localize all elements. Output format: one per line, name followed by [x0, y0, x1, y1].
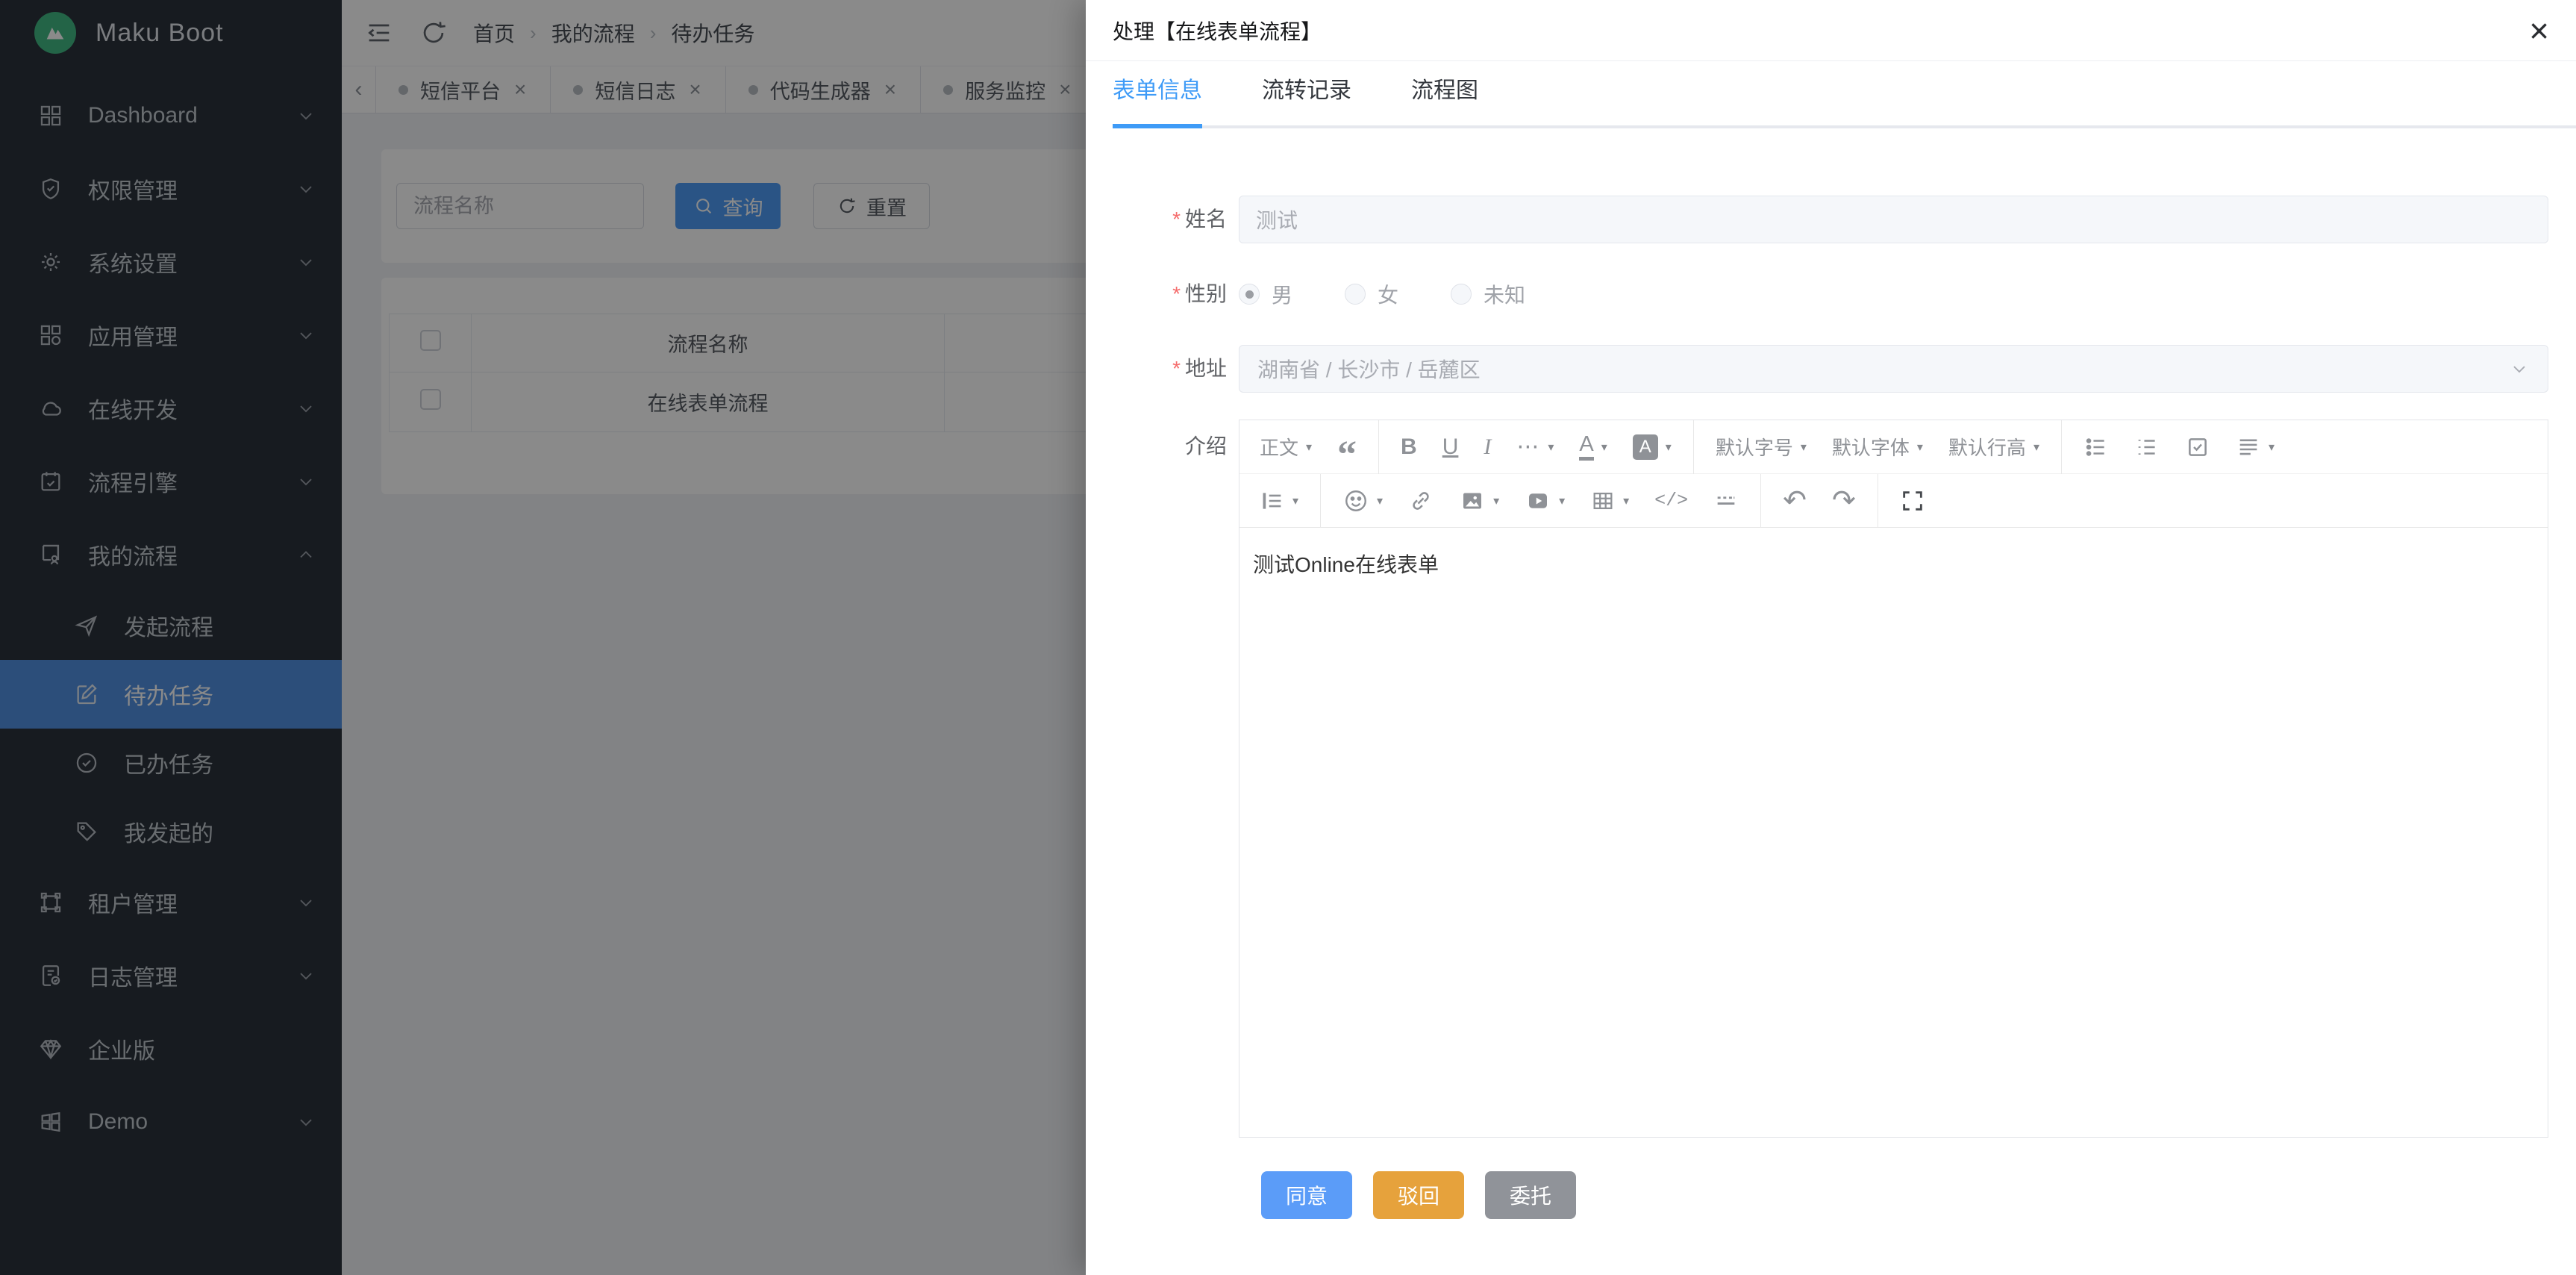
- caret-down-icon: ▾: [1601, 440, 1607, 455]
- required-asterisk: *: [1172, 208, 1181, 231]
- font-family-dropdown[interactable]: 默认字体▾: [1819, 420, 1936, 473]
- italic-icon[interactable]: I: [1471, 420, 1504, 473]
- background-color-dropdown[interactable]: A▾: [1620, 420, 1684, 473]
- process-form: *姓名 *性别 男 女 未知 *地址: [1086, 128, 2576, 1219]
- name-row: *姓名: [1086, 196, 2576, 243]
- reject-button[interactable]: 驳回: [1373, 1171, 1464, 1219]
- more-styles-dropdown[interactable]: ⋯▾: [1504, 420, 1566, 473]
- link-icon[interactable]: [1395, 474, 1446, 527]
- caret-down-icon: ▾: [2269, 440, 2275, 455]
- bold-icon[interactable]: B: [1388, 420, 1430, 473]
- required-asterisk: *: [1172, 282, 1181, 305]
- gender-radio-group: 男 女 未知: [1239, 270, 1525, 318]
- blockquote-icon[interactable]: “: [1325, 420, 1369, 473]
- radio-icon: [1345, 284, 1366, 305]
- todo-list-icon[interactable]: [2172, 420, 2223, 473]
- font-color-dropdown[interactable]: A▾: [1566, 420, 1619, 473]
- radio-female: 女: [1345, 279, 1398, 309]
- toolbar-divider: [2061, 420, 2062, 474]
- caret-down-icon: ▾: [1666, 440, 1672, 455]
- caret-down-icon: ▾: [1623, 493, 1629, 508]
- tab-form-info[interactable]: 表单信息: [1113, 72, 1202, 125]
- drawer-tabs: 表单信息 流转记录 流程图: [1113, 72, 2576, 128]
- name-label: 姓名: [1185, 208, 1227, 231]
- paragraph-style-dropdown[interactable]: 正文▾: [1247, 420, 1325, 473]
- address-row: *地址 湖南省 / 长沙市 / 岳麓区: [1086, 345, 2576, 393]
- intro-row: 介绍 正文▾ “ B U I ⋯▾ A▾ A▾ 默认字号▾ 默认字体▾ 默认行高…: [1086, 420, 2576, 1138]
- drawer-title: 处理【在线表单流程】: [1113, 16, 1322, 46]
- caret-down-icon: ▾: [2033, 440, 2039, 455]
- insert-image-dropdown[interactable]: ▾: [1446, 474, 1512, 527]
- address-select: 湖南省 / 长沙市 / 岳麓区: [1239, 345, 2548, 393]
- align-dropdown[interactable]: ▾: [2223, 420, 2287, 473]
- close-icon[interactable]: ×: [2529, 13, 2549, 48]
- name-input: [1239, 196, 2548, 243]
- caret-down-icon: ▾: [1493, 493, 1499, 508]
- indent-dropdown[interactable]: ▾: [1247, 474, 1311, 527]
- tab-flow-diagram[interactable]: 流程图: [1411, 72, 1478, 125]
- drawer-header: 处理【在线表单流程】 ×: [1086, 0, 2576, 61]
- undo-icon[interactable]: ↶: [1770, 474, 1819, 527]
- toolbar-divider: [1320, 474, 1321, 528]
- caret-down-icon: ▾: [1548, 440, 1554, 455]
- emoji-dropdown[interactable]: ▾: [1330, 474, 1395, 527]
- drawer-actions: 同意 驳回 委托: [1086, 1171, 2576, 1219]
- required-asterisk: *: [1172, 357, 1181, 380]
- rich-text-editor: 正文▾ “ B U I ⋯▾ A▾ A▾ 默认字号▾ 默认字体▾ 默认行高▾: [1239, 420, 2548, 1138]
- caret-down-icon: ▾: [1306, 440, 1312, 455]
- caret-down-icon: ▾: [1917, 440, 1923, 455]
- toolbar-divider: [1378, 420, 1379, 474]
- tab-flow-records[interactable]: 流转记录: [1262, 72, 1351, 125]
- editor-content[interactable]: 测试Online在线表单: [1239, 528, 2548, 1137]
- insert-video-dropdown[interactable]: ▾: [1512, 474, 1578, 527]
- delegate-button[interactable]: 委托: [1485, 1171, 1576, 1219]
- caret-down-icon: ▾: [1377, 493, 1383, 508]
- insert-table-dropdown[interactable]: ▾: [1578, 474, 1642, 527]
- gender-label: 性别: [1185, 282, 1227, 305]
- line-height-dropdown[interactable]: 默认行高▾: [1936, 420, 2052, 473]
- toolbar-divider: [1693, 420, 1694, 474]
- code-block-icon[interactable]: </>: [1642, 474, 1701, 527]
- approve-button[interactable]: 同意: [1261, 1171, 1352, 1219]
- editor-toolbar-row2: ▾ ▾ ▾ ▾ ▾ </> ↶ ↷: [1239, 474, 2548, 528]
- fullscreen-icon[interactable]: [1887, 474, 1938, 527]
- radio-unknown: 未知: [1451, 279, 1525, 309]
- caret-down-icon: ▾: [1292, 493, 1298, 508]
- divider-icon[interactable]: [1701, 474, 1751, 527]
- bullet-list-icon[interactable]: [2071, 420, 2122, 473]
- ordered-list-icon[interactable]: [2122, 420, 2172, 473]
- caret-down-icon: ▾: [1801, 440, 1807, 455]
- chevron-down-icon: [2509, 358, 2530, 379]
- editor-toolbar-row1: 正文▾ “ B U I ⋯▾ A▾ A▾ 默认字号▾ 默认字体▾ 默认行高▾: [1239, 420, 2548, 474]
- toolbar-divider: [1760, 474, 1761, 528]
- underline-icon[interactable]: U: [1430, 420, 1472, 473]
- radio-selected-icon: [1239, 284, 1260, 305]
- font-size-dropdown[interactable]: 默认字号▾: [1703, 420, 1819, 473]
- address-label: 地址: [1185, 357, 1227, 380]
- process-drawer: 处理【在线表单流程】 × 表单信息 流转记录 流程图 *姓名 *性别 男 女: [1086, 0, 2576, 1275]
- redo-icon[interactable]: ↷: [1819, 474, 1869, 527]
- radio-icon: [1451, 284, 1472, 305]
- caret-down-icon: ▾: [1559, 493, 1565, 508]
- gender-row: *性别 男 女 未知: [1086, 270, 2576, 318]
- radio-male: 男: [1239, 279, 1292, 309]
- intro-label: 介绍: [1185, 434, 1227, 458]
